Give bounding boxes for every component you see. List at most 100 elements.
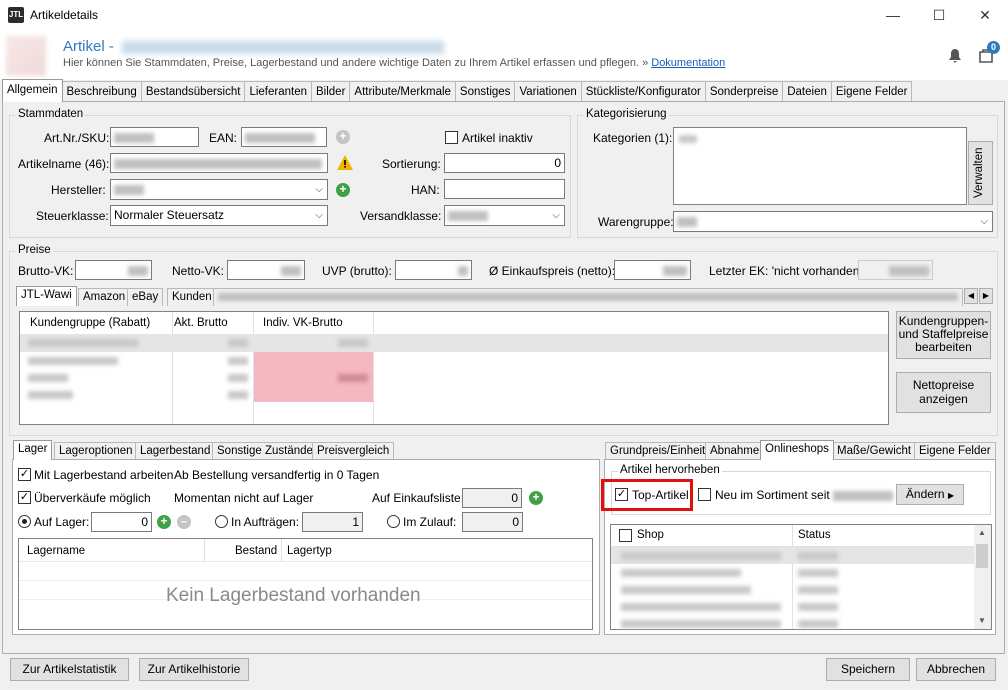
name-input[interactable] — [110, 153, 328, 173]
verwalten-button[interactable]: Verwalten — [968, 141, 993, 205]
tab-attribute[interactable]: Attribute/Merkmale — [349, 81, 456, 102]
warning-icon — [337, 155, 353, 170]
ueberverkauf-checkbox[interactable]: ✓ — [18, 491, 31, 504]
add-hersteller-icon[interactable]: + — [336, 183, 350, 197]
tab-lieferanten[interactable]: Lieferanten — [244, 81, 312, 102]
online-tab-onlineshops[interactable]: Onlineshops — [760, 440, 834, 460]
add-ean-icon[interactable]: + — [336, 130, 350, 144]
tab-sonstiges[interactable]: Sonstiges — [454, 81, 516, 102]
shop-grid[interactable]: Shop Status ▲ ▼ — [610, 524, 992, 630]
scroll-down-icon[interactable]: ▼ — [978, 616, 986, 625]
lager-tab-lagerbestand[interactable]: Lagerbestand — [135, 442, 216, 460]
name-label: Artikelname (46): — [18, 157, 110, 171]
price-grid[interactable]: Kundengruppe (Rabatt) Akt. Brutto Indiv.… — [19, 311, 889, 425]
minimize-button[interactable]: — — [870, 0, 916, 30]
aendern-button[interactable]: Ändern ▶ — [896, 484, 964, 505]
bell-icon[interactable] — [947, 48, 963, 69]
shop-scrollbar[interactable]: ▲ ▼ — [974, 525, 991, 629]
versand-select[interactable]: ⌵ — [444, 205, 565, 226]
netto-input[interactable] — [227, 260, 305, 280]
online-tab-grundpreis[interactable]: Grundpreis/Einheit — [605, 442, 711, 460]
uvp-label: UVP (brutto): — [322, 264, 392, 278]
preise-legend: Preise — [16, 244, 53, 256]
sort-label: Sortierung: — [382, 157, 441, 171]
brutto-input[interactable] — [75, 260, 152, 280]
artikelstatistik-button[interactable]: Zur Artikelstatistik — [10, 658, 129, 681]
han-input[interactable] — [444, 179, 565, 199]
tab-dateien[interactable]: Dateien — [782, 81, 832, 102]
in-auftraegen-input: 1 — [302, 512, 363, 532]
maximize-button[interactable]: ☐ — [916, 0, 962, 30]
price-tab-shops[interactable] — [213, 288, 963, 306]
chevron-down-icon: ⌵ — [315, 184, 323, 195]
online-tab-abnahme[interactable]: Abnahme — [705, 442, 765, 460]
remove-lager-icon[interactable]: – — [177, 515, 191, 529]
documentation-link[interactable]: Dokumentation — [651, 57, 725, 69]
lager-grid[interactable]: Lagername Bestand Lagertyp Kein Lagerbes… — [18, 538, 593, 630]
tab-bestandsuebersicht[interactable]: Bestandsübersicht — [140, 81, 246, 102]
tab-allgemein[interactable]: Allgemein — [2, 79, 63, 102]
col-status: Status — [798, 529, 831, 541]
lager-tab-sonstige[interactable]: Sonstige Zustände — [212, 442, 318, 460]
close-button[interactable]: ✕ — [962, 0, 1008, 30]
cancel-button[interactable]: Abbrechen — [916, 658, 996, 681]
page-subtitle: Hier können Sie Stammdaten, Preise, Lage… — [63, 57, 726, 69]
price-tab-ebay[interactable]: eBay — [127, 288, 164, 306]
steuer-select[interactable]: Normaler Steuersatz ⌵ — [110, 205, 328, 226]
im-zulauf-radio[interactable] — [387, 515, 400, 528]
im-zulauf-input: 0 — [462, 512, 523, 532]
price-tab-jtl-wawi[interactable]: JTL-Wawi — [16, 286, 77, 306]
hersteller-select[interactable]: ⌵ — [110, 179, 328, 200]
hervorheben-legend: Artikel hervorheben — [618, 464, 722, 476]
auf-lager-input[interactable]: 0 — [91, 512, 152, 532]
ek-input[interactable] — [614, 260, 691, 280]
uvp-input[interactable] — [395, 260, 472, 280]
kategorien-list[interactable] — [673, 127, 967, 205]
window-title: Artikeldetails — [30, 8, 99, 22]
top-artikel-checkbox[interactable]: ✓ — [615, 488, 628, 501]
auf-lager-label: Auf Lager: — [34, 515, 90, 529]
save-button[interactable]: Speichern — [826, 658, 910, 681]
chevron-down-icon: ⌵ — [552, 210, 560, 221]
staffelpreise-button[interactable]: Kundengruppen- und Staffelpreise bearbei… — [896, 311, 991, 359]
auf-lager-radio[interactable] — [18, 515, 31, 528]
neu-checkbox[interactable] — [698, 488, 711, 501]
sort-input[interactable]: 0 — [444, 153, 565, 173]
inactive-checkbox[interactable] — [445, 131, 458, 144]
arrow-right-icon: ▶ — [947, 491, 955, 500]
ean-input[interactable] — [241, 127, 327, 147]
lager-tab-preisvergleich[interactable]: Preisvergleich — [312, 442, 395, 460]
online-tab-masse[interactable]: Maße/Gewicht — [832, 442, 917, 460]
lager-tab-lager[interactable]: Lager — [13, 440, 53, 460]
lager-tab-lageroptionen[interactable]: Lageroptionen — [54, 442, 138, 460]
price-tab-kunden[interactable]: Kunden — [167, 288, 217, 306]
tab-eigene-felder[interactable]: Eigene Felder — [830, 81, 913, 102]
add-einkaufsliste-icon[interactable]: + — [529, 491, 543, 505]
in-auftraegen-radio[interactable] — [215, 515, 228, 528]
tab-sonderpreise[interactable]: Sonderpreise — [704, 81, 784, 102]
add-lager-icon[interactable]: + — [157, 515, 171, 529]
mit-lager-label: Mit Lagerbestand arbeiten — [34, 468, 174, 482]
artikelhistorie-button[interactable]: Zur Artikelhistorie — [139, 658, 249, 681]
mit-lager-checkbox[interactable]: ✓ — [18, 468, 31, 481]
tab-variationen[interactable]: Variationen — [514, 81, 582, 102]
letzter-ek-input — [858, 260, 933, 280]
artnr-input[interactable] — [110, 127, 199, 147]
tab-scroll-left-icon[interactable]: ◀ — [964, 288, 978, 304]
ean-label: EAN: — [209, 131, 238, 145]
scroll-up-icon[interactable]: ▲ — [978, 528, 986, 537]
in-auftraegen-label: In Aufträgen: — [231, 515, 300, 529]
inactive-label: Artikel inaktiv — [462, 131, 533, 145]
nettopreise-button[interactable]: Nettopreise anzeigen — [896, 372, 991, 413]
tab-bilder[interactable]: Bilder — [311, 81, 351, 102]
notification-badge: 0 — [987, 41, 1000, 54]
warengruppe-select[interactable]: ⌵ — [673, 211, 993, 232]
shop-select-all-checkbox[interactable] — [619, 529, 632, 542]
hersteller-label: Hersteller: — [51, 183, 106, 197]
tab-beschreibung[interactable]: Beschreibung — [61, 81, 142, 102]
tab-scroll-right-icon[interactable]: ▶ — [979, 288, 993, 304]
momentan-text: Momentan nicht auf Lager — [174, 491, 314, 505]
price-tab-amazon[interactable]: Amazon — [78, 288, 131, 306]
tab-stueckliste[interactable]: Stückliste/Konfigurator — [580, 81, 706, 102]
online-tab-eigene-felder[interactable]: Eigene Felder — [914, 442, 996, 460]
